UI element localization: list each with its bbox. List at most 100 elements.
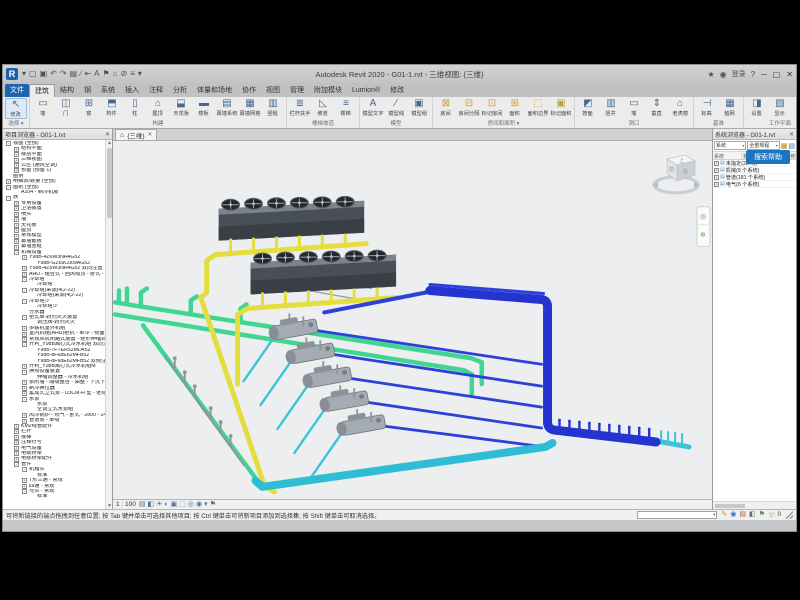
model-3d-view[interactable]: 上 前 右 ◎ ⊕ (113, 141, 712, 495)
ribbon-button[interactable]: ⬓天花板 (170, 98, 192, 117)
requests-icon[interactable]: ▤ (739, 511, 746, 519)
close-button[interactable]: ✕ (786, 70, 793, 79)
help-icon[interactable]: ? (751, 70, 755, 79)
tree-expander-icon[interactable]: + (14, 163, 19, 168)
design-option-dropdown[interactable]: ▾ (637, 511, 717, 519)
ribbon-tab[interactable]: 注释 (144, 84, 168, 97)
ribbon-button[interactable]: ∕模型线 (385, 98, 407, 117)
save-icon[interactable]: ▣ (40, 69, 48, 79)
tree-expander-icon[interactable]: + (22, 391, 27, 396)
tree-expander-icon[interactable]: - (6, 185, 11, 190)
ribbon-button[interactable]: ▣标记面积 (550, 98, 572, 117)
ribbon-button[interactable]: ◨设置 (746, 98, 768, 117)
tree-expander-icon[interactable]: + (14, 451, 19, 456)
ribbon-button[interactable]: ▥竖梃 (262, 98, 284, 117)
tree-expander-icon[interactable]: + (14, 446, 19, 451)
ribbon-tab[interactable]: 协作 (237, 84, 261, 97)
ribbon-button[interactable]: ▬楼板 (193, 98, 215, 117)
tree-expander-icon[interactable]: - (14, 250, 19, 255)
ribbon-tab[interactable]: 建筑 (29, 84, 55, 97)
signin-label[interactable]: 登录 (732, 69, 746, 79)
ribbon-button[interactable]: ⌂老虎窗 (669, 98, 691, 117)
default-3d-view-icon[interactable]: ⌂ (113, 69, 118, 79)
tree-expander-icon[interactable]: + (22, 272, 27, 277)
tree-expander-icon[interactable]: + (22, 332, 27, 337)
ribbon-button[interactable]: ▦轴网 (719, 98, 741, 117)
ribbon-tab[interactable]: 视图 (261, 84, 285, 97)
tree-expander-icon[interactable]: + (14, 158, 19, 163)
ribbon-button[interactable]: ⊟房间分隔 (458, 98, 480, 117)
ribbon-button[interactable]: ↖修改 (5, 98, 27, 119)
chilled-water-main-blue[interactable] (430, 290, 656, 441)
tree-expander-icon[interactable]: + (714, 175, 719, 180)
scrollbar-thumb[interactable] (107, 148, 112, 218)
tree-expander-icon[interactable]: + (22, 380, 27, 385)
ribbon-button[interactable]: ≡楼梯 (335, 98, 357, 117)
text-icon[interactable]: A (94, 69, 99, 79)
temporary-hide-isolate-icon[interactable]: ◎ (188, 501, 194, 509)
reveal-hidden-elements-icon[interactable]: ◉ (196, 501, 202, 509)
favorites-icon[interactable]: ★ (707, 70, 714, 79)
ribbon-button[interactable]: ◇查看器 (792, 98, 796, 117)
tree-expander-icon[interactable]: + (14, 429, 19, 434)
ribbon-button[interactable]: ▣模型组 (408, 98, 430, 117)
column-settings-icon[interactable]: ▦ (781, 142, 788, 150)
tree-expander-icon[interactable]: + (22, 413, 27, 418)
ribbon-tab[interactable]: Lumion® (347, 84, 385, 97)
tree-expander-icon[interactable]: - (22, 277, 27, 282)
ribbon-tab[interactable]: 结构 (55, 84, 79, 97)
ribbon-tab[interactable]: 分析 (168, 84, 192, 97)
tree-expander-icon[interactable]: + (14, 435, 19, 440)
system-browser-row[interactable]: + ▤ 机械(8 个系统) (713, 167, 796, 174)
tree-expander-icon[interactable]: + (14, 239, 19, 244)
tree-expander-icon[interactable]: - (22, 288, 27, 293)
scale-control[interactable]: 1 : 100 (116, 501, 136, 508)
tree-expander-icon[interactable]: + (14, 457, 19, 462)
ribbon-button[interactable]: ⇕垂直 (646, 98, 668, 117)
tree-expander-icon[interactable]: - (6, 196, 11, 201)
section-icon[interactable]: ⊘ (121, 69, 128, 79)
ribbon-button[interactable]: ⊣标高 (696, 98, 718, 117)
aligned-dimension-icon[interactable]: ⇤ (84, 69, 91, 79)
tree-expander-icon[interactable]: + (22, 266, 27, 271)
tree-expander-icon[interactable]: - (22, 489, 27, 494)
tree-expander-icon[interactable]: + (14, 206, 19, 211)
tree-expander-icon[interactable]: + (6, 179, 11, 184)
visual-style-icon[interactable]: ◧ (148, 501, 155, 509)
tree-expander-icon[interactable]: + (22, 386, 27, 391)
tree-expander-icon[interactable]: + (14, 217, 19, 222)
tree-expander-icon[interactable]: - (22, 397, 27, 402)
ribbon-button[interactable]: ▥竖井 (600, 98, 622, 117)
ribbon-tab[interactable]: 体量和场地 (192, 84, 237, 97)
project-browser-close-icon[interactable]: ✕ (105, 131, 110, 138)
browser-tree-item[interactable]: 标准 (3, 494, 105, 499)
ribbon-button[interactable]: ⬒构件 (101, 98, 123, 117)
viewcube[interactable]: 上 前 右 (652, 155, 700, 193)
system-browser-hscrollbar[interactable] (713, 501, 796, 509)
undo-icon[interactable]: ↶ (50, 69, 57, 79)
revit-logo-icon[interactable]: R (6, 68, 18, 80)
help-search-button[interactable]: 搜索帮助 (746, 150, 790, 164)
ribbon-button[interactable]: ◺坡道 (312, 98, 334, 117)
tree-expander-icon[interactable]: + (14, 201, 19, 206)
tree-expander-icon[interactable]: + (14, 223, 19, 228)
print-icon[interactable]: ▤ (70, 69, 78, 79)
sun-path-icon[interactable]: ☀ (156, 501, 162, 509)
open-icon[interactable]: ▢ (29, 69, 37, 79)
editable-only-icon[interactable]: ✎ (721, 511, 727, 519)
tree-expander-icon[interactable]: - (14, 462, 19, 467)
scroll-down-icon[interactable]: ▼ (106, 503, 113, 509)
ribbon-button[interactable]: ⊞面积 (504, 98, 526, 117)
view-tab-3d[interactable]: ⌂ {三维} ✕ (115, 129, 157, 140)
tree-expander-icon[interactable]: + (22, 337, 27, 342)
ribbon-button[interactable]: ≣栏杆扶手 (289, 98, 311, 117)
detail-level-icon[interactable]: ▤ (139, 501, 146, 509)
displacement-icon[interactable]: ⚑ (210, 501, 216, 509)
tag-icon[interactable]: ⚑ (103, 69, 110, 79)
crop-view-icon[interactable]: ▣ (171, 501, 178, 509)
tree-expander-icon[interactable]: - (22, 342, 27, 347)
show-crop-icon[interactable]: ⬚ (179, 501, 186, 509)
project-browser-scrollbar[interactable]: ▲ ▼ (105, 140, 112, 509)
tree-expander-icon[interactable]: + (14, 440, 19, 445)
maximize-button[interactable]: ▢ (773, 70, 781, 79)
